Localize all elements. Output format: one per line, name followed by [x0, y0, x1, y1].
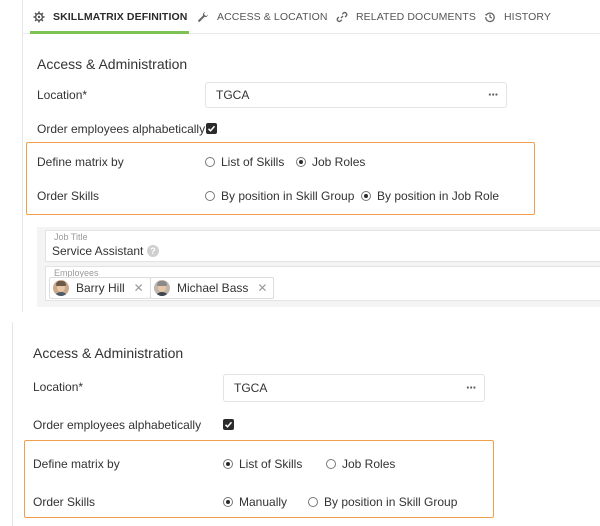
location-value: TGCA: [234, 381, 268, 395]
radio-circle: [326, 459, 336, 469]
radio-label: Manually: [239, 495, 288, 509]
radio-label: By position in Skill Group: [221, 189, 355, 203]
radio-label: List of Skills: [221, 155, 285, 169]
radio-job-roles[interactable]: Job Roles: [326, 457, 395, 471]
more-options-icon[interactable]: ···: [466, 380, 477, 395]
section-title: Access & Administration: [33, 345, 184, 361]
tab-related-documents[interactable]: RELATED DOCUMENTS: [335, 0, 476, 34]
wrench-icon: [196, 10, 210, 24]
tab-skillmatrix-definition[interactable]: SKILLMATRIX DEFINITION: [32, 0, 187, 34]
panel-divider: [12, 322, 13, 526]
radio-list-of-skills[interactable]: List of Skills: [205, 155, 284, 169]
tab-label: SKILLMATRIX DEFINITION: [53, 11, 188, 23]
radio-job-roles[interactable]: Job Roles: [296, 155, 365, 169]
location-label: Location*: [33, 380, 84, 394]
tab-label: HISTORY: [504, 11, 551, 23]
panel-divider: [22, 0, 23, 312]
radio-label: Job Roles: [342, 457, 396, 471]
close-icon[interactable]: ✕: [134, 281, 144, 295]
define-matrix-label: Define matrix by: [33, 457, 120, 471]
section-title: Access & Administration: [37, 56, 188, 72]
location-field[interactable]: TGCA ···: [223, 374, 485, 402]
highlight-box: [26, 142, 535, 215]
order-skills-label: Order Skills: [33, 495, 96, 509]
define-matrix-label: Define matrix by: [37, 155, 124, 169]
employee-chip[interactable]: Michael Bass ✕: [150, 277, 275, 299]
radio-circle: [308, 497, 318, 507]
link-icon: [335, 10, 349, 24]
radio-by-position-job-role[interactable]: By position in Job Role: [361, 189, 499, 203]
radio-circle-selected: [223, 497, 233, 507]
radio-manually[interactable]: Manually: [223, 495, 287, 509]
employee-chip[interactable]: Barry Hill ✕: [49, 277, 151, 299]
radio-label: List of Skills: [239, 457, 303, 471]
radio-label: Job Roles: [312, 155, 366, 169]
job-title-caption: Job Title: [54, 232, 88, 242]
tab-label: ACCESS & LOCATION: [217, 11, 328, 23]
tab-bar: SKILLMATRIX DEFINITION ACCESS & LOCATION…: [22, 0, 600, 34]
employees-field[interactable]: Employees Barry Hill ✕ Michael Bass ✕: [45, 266, 600, 301]
order-employees-label: Order employees alphabetically: [37, 122, 206, 136]
location-label: Location*: [37, 88, 88, 102]
help-icon[interactable]: ?: [147, 245, 159, 257]
more-options-icon[interactable]: ···: [488, 87, 499, 102]
active-tab-indicator: [30, 31, 189, 34]
location-value: TGCA: [216, 88, 250, 102]
radio-circle: [205, 191, 215, 201]
history-icon: [483, 10, 497, 24]
avatar: [154, 280, 170, 296]
job-title-field[interactable]: Job Title Service Assistant ?: [45, 230, 600, 262]
radio-by-position-skill-group[interactable]: By position in Skill Group: [205, 189, 354, 203]
radio-list-of-skills[interactable]: List of Skills: [223, 457, 302, 471]
radio-by-position-skill-group[interactable]: By position in Skill Group: [308, 495, 457, 509]
employee-name: Barry Hill: [76, 281, 125, 295]
radio-circle-selected: [361, 191, 371, 201]
order-skills-label: Order Skills: [37, 189, 100, 203]
order-employees-label: Order employees alphabetically: [33, 418, 202, 432]
tab-access-location[interactable]: ACCESS & LOCATION: [196, 0, 328, 34]
radio-label: By position in Job Role: [377, 189, 500, 203]
radio-circle-selected: [296, 157, 306, 167]
radio-circle-selected: [223, 459, 233, 469]
order-employees-checkbox[interactable]: [223, 419, 234, 430]
tab-history[interactable]: HISTORY: [483, 0, 551, 34]
avatar: [53, 280, 69, 296]
radio-label: By position in Skill Group: [324, 495, 458, 509]
radio-circle: [205, 157, 215, 167]
job-title-value: Service Assistant: [52, 244, 144, 258]
tab-label: RELATED DOCUMENTS: [356, 11, 476, 23]
employee-name: Michael Bass: [177, 281, 249, 295]
gear-icon: [32, 10, 46, 24]
close-icon[interactable]: ✕: [257, 281, 267, 295]
order-employees-checkbox[interactable]: [206, 123, 217, 134]
location-field[interactable]: TGCA ···: [205, 82, 507, 108]
